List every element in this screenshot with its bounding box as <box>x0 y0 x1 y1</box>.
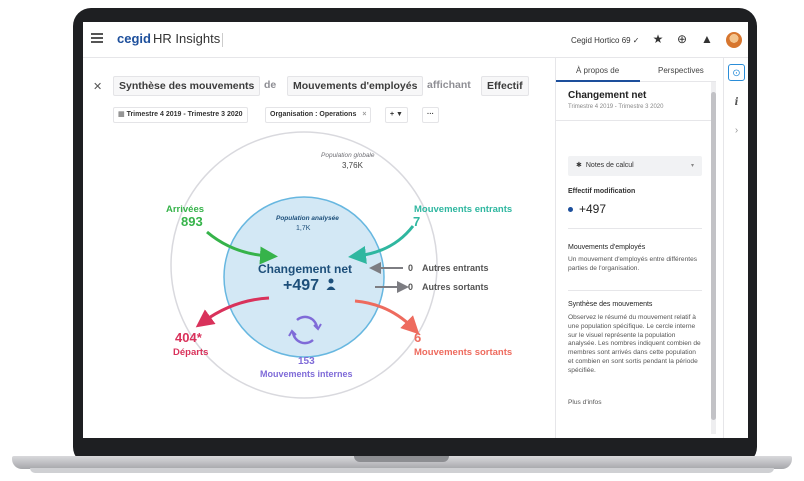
incoming-value[interactable]: 7 <box>413 214 420 229</box>
internal-value[interactable]: 153 <box>298 356 315 367</box>
bell-icon[interactable]: ▲ <box>700 32 714 46</box>
outgoing-label: Mouvements sortants <box>414 347 513 358</box>
synth-heading: Synthèse des mouvements <box>568 301 653 308</box>
calculation-notes-dropdown[interactable]: ✱ Notes de calcul ▾ <box>568 156 702 176</box>
avatar[interactable] <box>726 32 742 48</box>
analysed-population-label: Population analysée <box>276 215 339 222</box>
incoming-label: Mouvements entrants <box>414 204 513 215</box>
focus-icon[interactable]: ⊙ <box>728 64 745 81</box>
globe-icon[interactable]: ⊕ <box>675 32 689 46</box>
synth-description: Observez le résumé du mouvement relatif … <box>568 314 701 374</box>
panel-subtitle: Trimestre 4 2019 - Trimestre 3 2020 <box>568 104 664 110</box>
net-change-value[interactable]: +497 <box>283 277 319 295</box>
tenant-selector[interactable]: Cegid Hortico 69 ✓ <box>571 36 640 45</box>
effectif-heading: Effectif modification <box>568 188 636 195</box>
net-change-title: Changement net <box>258 262 353 276</box>
star-icon[interactable]: ★ <box>651 32 665 46</box>
global-population-value: 3,76K <box>342 161 363 170</box>
outgoing-value[interactable]: 6 <box>414 330 421 345</box>
tab-perspectives[interactable]: Perspectives <box>658 66 704 75</box>
tab-about[interactable]: À propos de <box>576 66 619 75</box>
departures-label: Départs <box>173 347 209 358</box>
right-rail: ⊙ i › <box>723 58 748 438</box>
chevron-right-icon[interactable]: › <box>728 122 745 139</box>
asterisk-icon: ✱ <box>576 162 582 169</box>
departures-value[interactable]: 404* <box>175 330 202 345</box>
other-in-label: Autres entrants <box>422 263 489 273</box>
effectif-value-text: +497 <box>579 202 607 216</box>
laptop-shadow <box>30 468 774 473</box>
analysed-population-value: 1,7K <box>296 225 311 232</box>
panel-divider <box>568 290 702 291</box>
other-out-value[interactable]: 0 <box>408 282 413 292</box>
info-icon[interactable]: i <box>728 94 745 111</box>
mvt-description: Un mouvement d'employés entre différente… <box>568 256 698 272</box>
notes-label: Notes de calcul <box>585 162 634 169</box>
panel-divider <box>556 120 716 121</box>
panel-divider <box>568 228 702 229</box>
details-panel: À propos de Perspectives Changement net … <box>555 58 723 438</box>
laptop-notch <box>354 456 449 462</box>
other-in-value[interactable]: 0 <box>408 263 413 273</box>
other-out-label: Autres sortants <box>422 282 489 292</box>
panel-scrollbar-thumb[interactable] <box>711 92 716 420</box>
bullet-icon <box>568 207 573 213</box>
more-info-link[interactable]: Plus d'infos <box>568 399 602 406</box>
internal-label: Mouvements internes <box>260 369 353 379</box>
arrivals-value[interactable]: 893 <box>181 214 203 229</box>
mvt-heading: Mouvements d'employés <box>568 244 646 251</box>
effectif-value: +497 <box>568 202 606 216</box>
tab-indicator <box>556 80 640 82</box>
screen: cegid HR Insights Cegid Hortico 69 ✓ ★ ⊕… <box>83 22 748 438</box>
panel-title: Changement net <box>568 90 647 101</box>
chevron-down-icon: ▾ <box>690 163 694 169</box>
global-population-label: Population globale <box>321 152 375 159</box>
